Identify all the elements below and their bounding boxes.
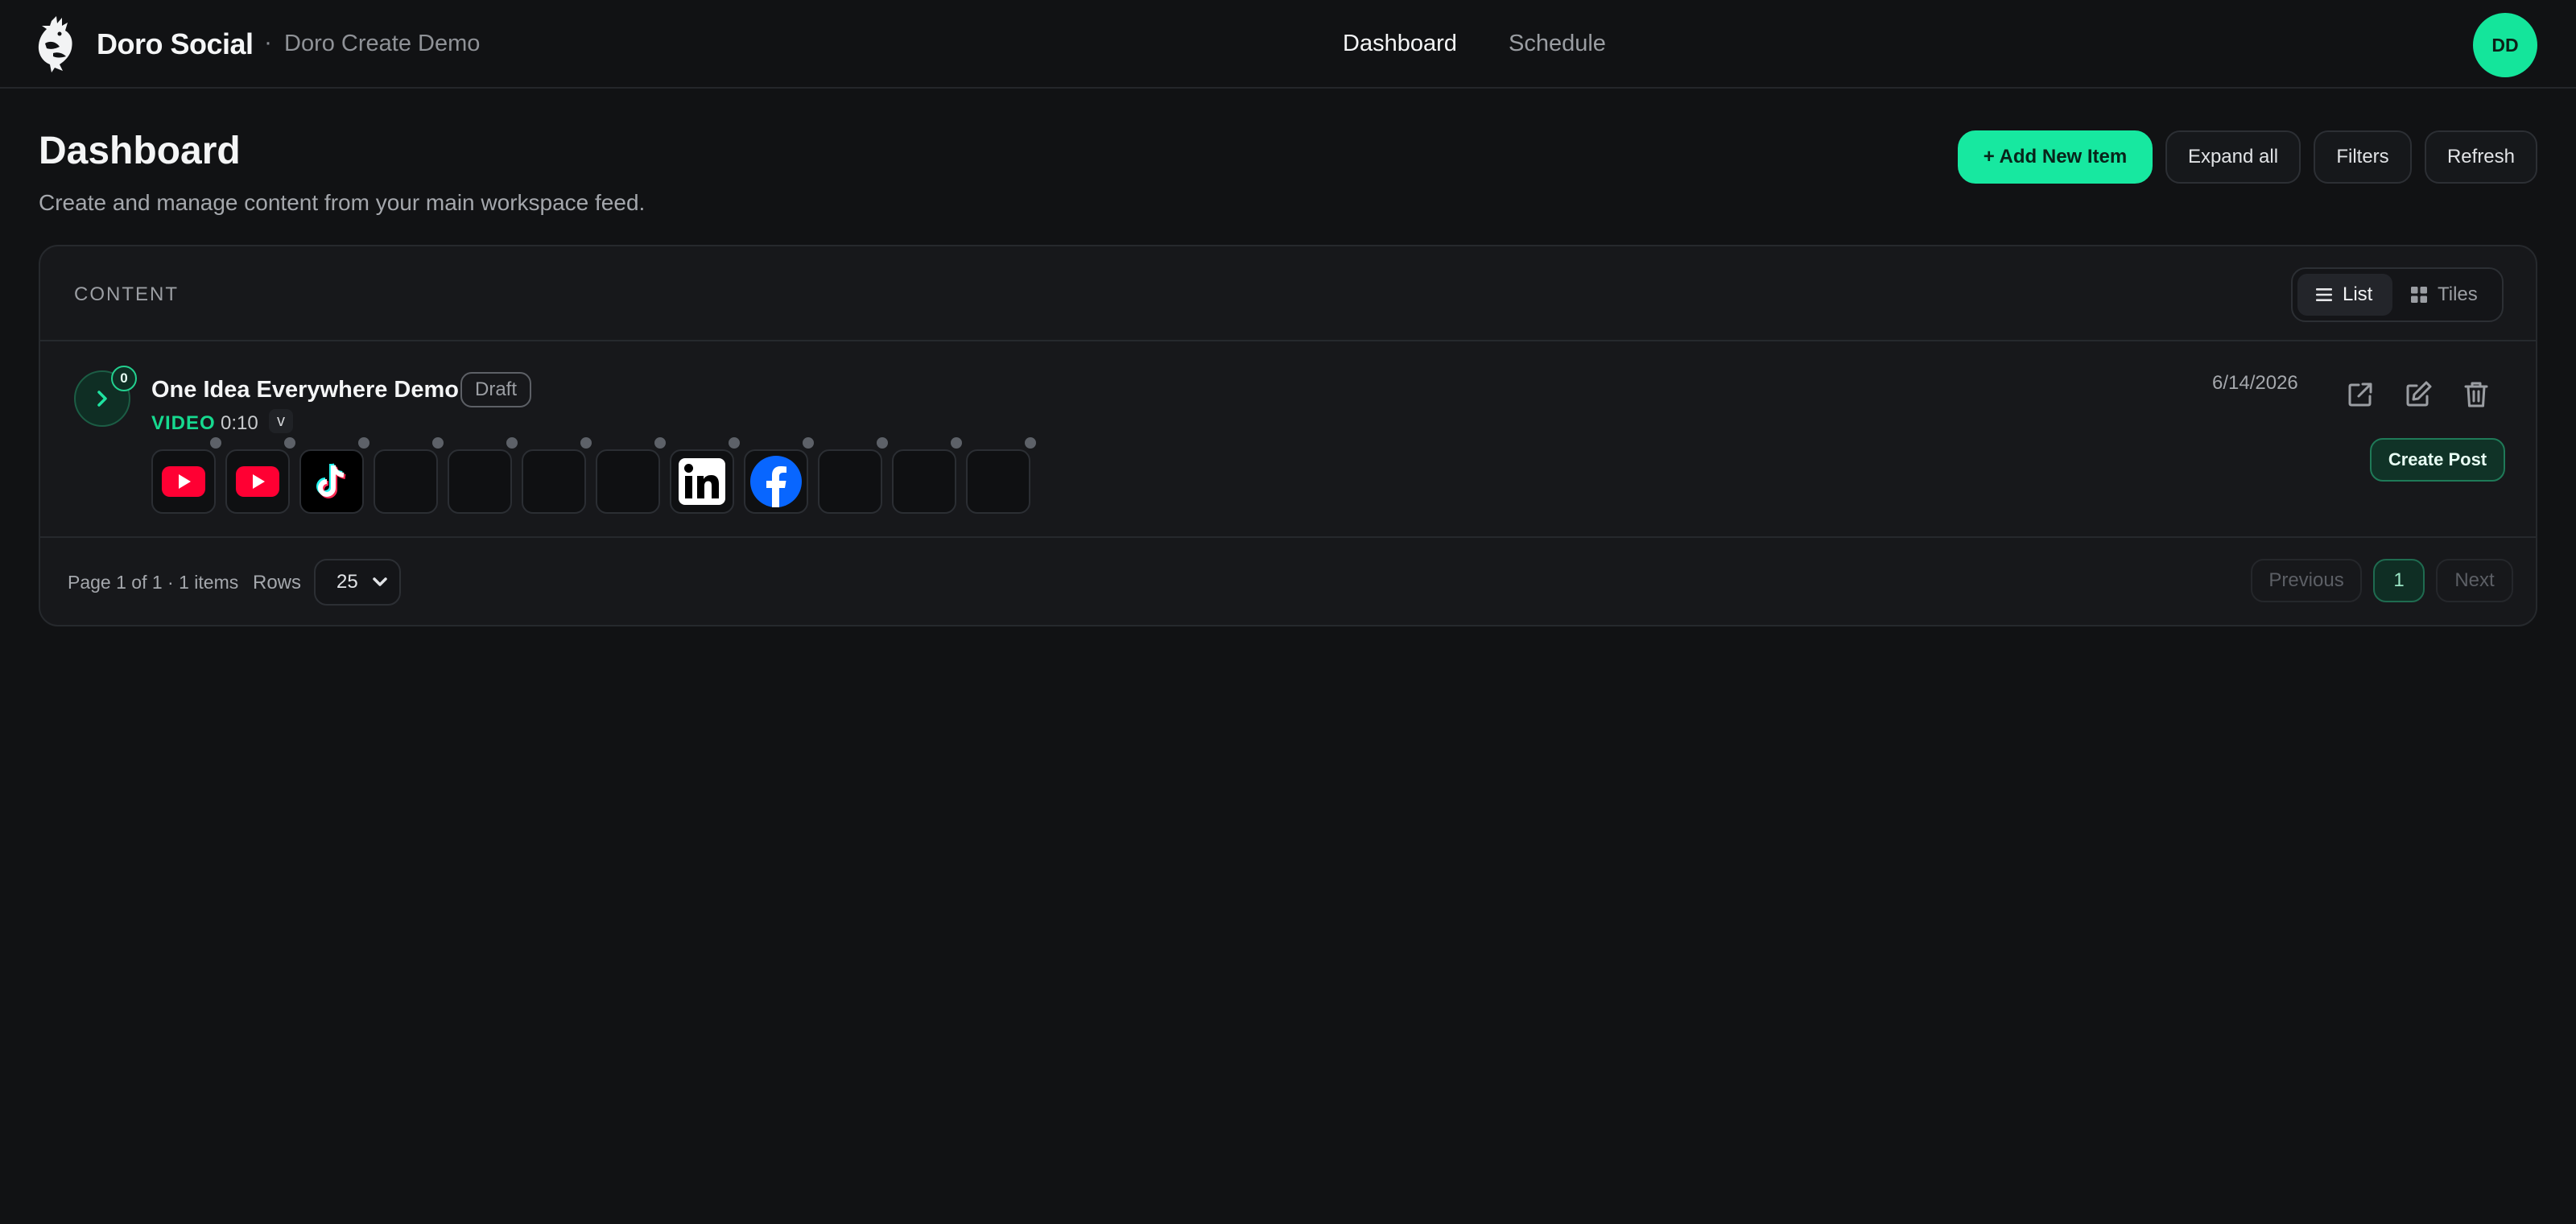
platform-slot[interactable]: [670, 449, 734, 514]
platform-slot-empty[interactable]: [596, 449, 660, 514]
chevron-down-icon: [373, 577, 387, 586]
content-card-header: CONTENT List Tiles: [40, 246, 2536, 341]
rows-label: Rows: [253, 572, 302, 593]
previous-page-button[interactable]: Previous: [2251, 559, 2362, 602]
grid-icon: [2411, 287, 2427, 303]
content-row: 0 One Idea Everywhere Demo Draft VIDEO 0…: [40, 341, 2536, 538]
facebook-icon: [750, 456, 802, 507]
refresh-button[interactable]: Refresh: [2425, 130, 2537, 184]
page-summary: Page 1 of 1 · 1 items: [68, 572, 239, 593]
view-tiles-label: Tiles: [2438, 283, 2478, 305]
user-avatar[interactable]: DD: [2473, 13, 2537, 77]
nav-schedule[interactable]: Schedule: [1509, 31, 1606, 57]
brand-name[interactable]: Doro Social: [97, 27, 254, 61]
rows-per-page-select[interactable]: 25: [314, 559, 401, 606]
slot-status-dot: [430, 435, 446, 451]
slot-status-dot: [652, 435, 668, 451]
platform-slot-empty[interactable]: [448, 449, 512, 514]
status-badge: Draft: [460, 372, 532, 407]
media-type-label: VIDEO: [151, 412, 216, 434]
slot-status-dot: [504, 435, 520, 451]
platform-slot[interactable]: [744, 449, 808, 514]
platform-slot-empty[interactable]: [966, 449, 1030, 514]
open-external-icon[interactable]: [2344, 378, 2376, 411]
create-post-button[interactable]: Create Post: [2370, 438, 2505, 482]
version-badge: v: [269, 409, 293, 433]
item-title[interactable]: One Idea Everywhere Demo: [151, 377, 459, 403]
posts-count-badge: 0: [111, 366, 137, 391]
filters-button[interactable]: Filters: [2314, 130, 2412, 184]
content-card: CONTENT List Tiles 0 One Idea Everywhere…: [39, 245, 2537, 626]
item-date: 6/14/2026: [2212, 372, 2298, 394]
media-duration: 0:10: [221, 412, 258, 434]
slot-status-dot: [578, 435, 594, 451]
rooster-logo-icon[interactable]: [35, 16, 76, 72]
view-list-label: List: [2343, 283, 2373, 305]
next-page-button[interactable]: Next: [2436, 559, 2513, 602]
platform-slot[interactable]: [151, 449, 216, 514]
view-toggle: List Tiles: [2291, 267, 2504, 322]
page-subtitle: Create and manage content from your main…: [39, 190, 646, 215]
platform-slot-empty[interactable]: [374, 449, 438, 514]
slot-status-dot: [874, 435, 890, 451]
pagination-bar: Page 1 of 1 · 1 items Rows 25 Previous 1…: [40, 538, 2536, 625]
page-title: Dashboard: [39, 130, 241, 172]
edit-pencil-icon[interactable]: [2402, 378, 2434, 411]
platform-slot[interactable]: [225, 449, 290, 514]
list-icon: [2316, 288, 2332, 301]
slot-status-dot: [1022, 435, 1038, 451]
view-tiles-button[interactable]: Tiles: [2401, 274, 2499, 316]
slot-status-dot: [948, 435, 964, 451]
platform-slot[interactable]: [299, 449, 364, 514]
slot-status-dot: [208, 435, 224, 451]
slot-status-dot: [282, 435, 298, 451]
platform-slot-empty[interactable]: [892, 449, 956, 514]
platform-slot-empty[interactable]: [818, 449, 882, 514]
add-new-item-button[interactable]: + Add New Item: [1958, 130, 2153, 184]
youtube-icon: [162, 466, 205, 497]
brand-separator: ·: [264, 29, 272, 56]
platform-slot-empty[interactable]: [522, 449, 586, 514]
slot-status-dot: [726, 435, 742, 451]
nav-dashboard[interactable]: Dashboard: [1343, 31, 1457, 57]
youtube-icon: [236, 466, 279, 497]
slot-status-dot: [356, 435, 372, 451]
linkedin-icon: [679, 458, 725, 505]
chevron-right-icon: [97, 391, 107, 407]
tiktok-icon: [316, 463, 346, 498]
workspace-name: Doro Create Demo: [284, 31, 481, 56]
expand-all-button[interactable]: Expand all: [2165, 130, 2301, 184]
slot-status-dot: [800, 435, 816, 451]
rows-per-page-value: 25: [336, 571, 358, 593]
view-list-button[interactable]: List: [2297, 274, 2392, 316]
page-number-button[interactable]: 1: [2373, 559, 2425, 602]
trash-icon[interactable]: [2460, 378, 2492, 411]
content-section-label: CONTENT: [74, 283, 179, 305]
top-bar: Doro Social · Doro Create Demo Dashboard…: [0, 0, 2576, 89]
